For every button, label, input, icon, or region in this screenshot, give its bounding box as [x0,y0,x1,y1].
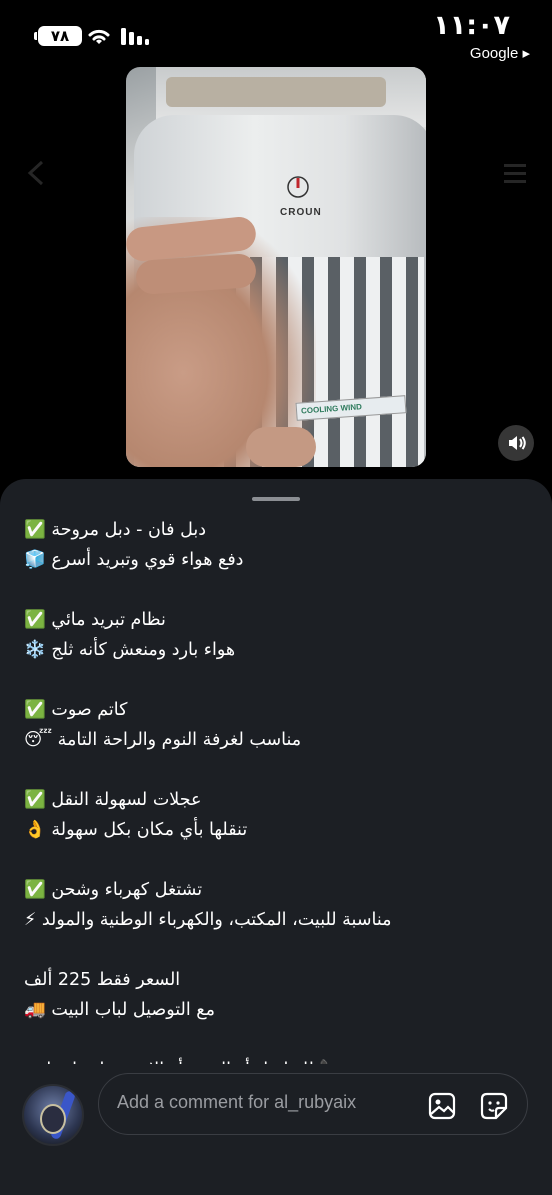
caption-gap [24,755,524,785]
caption-gap [24,575,524,605]
post-caption: دبل فان - دبل مروحة ✅ دفع هواء قوي وتبري… [24,515,524,1064]
caption-line: مناسبة للبيت، المكتب، والكهرباء الوطنية … [24,910,392,930]
caption-sheet: دبل فان - دبل مروحة ✅ دفع هواء قوي وتبري… [0,479,552,1195]
caption-scroll[interactable]: دبل فان - دبل مروحة ✅ دفع هواء قوي وتبري… [0,479,552,1064]
caption-line: كاتم صوت ✅ [24,700,128,720]
caption-gap [24,935,524,965]
comment-input[interactable]: Add a comment for al_rubyaix [98,1073,528,1135]
caption-gap [24,845,524,875]
post-video[interactable]: CROUN COOLING WIND [126,67,426,467]
caption-line: مع التوصيل لباب البيت 🚚 [24,1000,215,1020]
back-to-app-link[interactable]: Google ▸ [470,44,530,62]
caption-line: تنقلها بأي مكان بكل سهولة 👌 [24,820,248,840]
caption-line: هواء بارد ومنعش كأنه ثلج ❄️ [24,640,236,660]
caption-line: نظام تبريد مائي ✅ [24,610,166,630]
cooler-control-panel [166,77,386,107]
comment-placeholder: Add a comment for al_rubyaix [117,1092,357,1112]
caption-line: دفع هواء قوي وتبريد أسرع 🧊 [24,550,244,570]
wifi-icon [88,29,110,44]
hand-finger [246,427,316,467]
cellular-signal-icon [121,28,149,45]
speaker-icon [509,436,526,450]
sound-toggle-button[interactable] [498,425,534,461]
caption-line: السعر فقط 225 ألف [24,970,181,990]
menu-icon[interactable] [500,158,530,188]
caption-line: دبل فان - دبل مروحة ✅ [24,520,206,540]
comment-composer: Add a comment for al_rubyaix [0,1064,552,1195]
sticker-icon[interactable] [479,1091,509,1121]
caption-gap [24,665,524,695]
status-bar: ٧٨ ١١:٠٧ Google ▸ [0,0,552,70]
gallery-icon[interactable] [427,1091,457,1121]
caption-line: عجلات لسهولة النقل ✅ [24,790,202,810]
caption-gap [24,1025,524,1055]
caption-line: تشتغل كهرباء وشحن ✅ [24,880,203,900]
back-icon[interactable] [22,158,52,188]
avatar[interactable] [22,1084,84,1146]
caption-line: 📞 للتواصل أو الحجز أو الاستفسار واتساب: [24,1055,524,1064]
status-time: ١١:٠٧ [433,10,510,41]
caption-line: مناسب لغرفة النوم والراحة التامة 😴 [24,730,302,750]
avatar-detail [40,1104,66,1134]
battery-icon: ٧٨ [34,26,82,46]
